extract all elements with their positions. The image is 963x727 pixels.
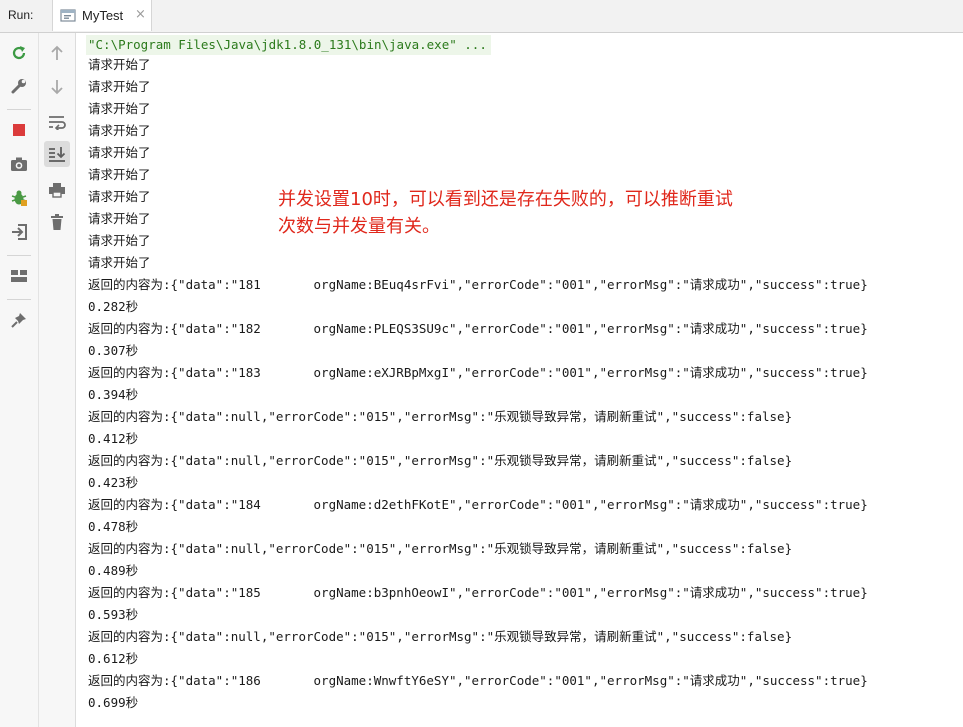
console-line: 返回的内容为:{"data":null,"errorCode":"015","e… (88, 541, 793, 556)
console-line: 请求开始了 (88, 211, 151, 226)
rerun-icon[interactable] (8, 42, 30, 64)
pin-icon[interactable] (8, 309, 30, 331)
tab-title: MyTest (82, 8, 124, 23)
run-actions-toolbar (0, 33, 39, 727)
console-line: 请求开始了 (88, 189, 151, 204)
camera-icon[interactable] (8, 153, 30, 175)
console-output[interactable]: "C:\Program Files\Java\jdk1.8.0_131\bin\… (76, 33, 963, 727)
console-actions-toolbar (39, 33, 76, 727)
console-line: 请求开始了 (88, 255, 151, 270)
run-config-icon (60, 8, 76, 23)
console-line: 0.307秒 (88, 343, 139, 358)
console-line: 0.394秒 (88, 387, 139, 402)
console-line: 0.699秒 (88, 695, 139, 710)
console-line: 返回的内容为:{"data":"186 orgName:WnwftY6eSY",… (88, 673, 868, 688)
console-line: 请求开始了 (88, 79, 151, 94)
up-arrow-icon[interactable] (46, 42, 68, 64)
java-command-line: "C:\Program Files\Java\jdk1.8.0_131\bin\… (86, 35, 491, 55)
print-icon[interactable] (46, 179, 68, 201)
console-line: 请求开始了 (88, 57, 151, 72)
console-line: 返回的内容为:{"data":"183 orgName:eXJRBpMxgI",… (88, 365, 868, 380)
debug-bug-icon[interactable] (8, 187, 30, 209)
console-line: 返回的内容为:{"data":"185 orgName:b3pnhOeowI",… (88, 585, 868, 600)
console-line: 请求开始了 (88, 233, 151, 248)
console-line: 返回的内容为:{"data":"184 orgName:d2ethFKotE",… (88, 497, 868, 512)
console-line: 0.593秒 (88, 607, 139, 622)
down-arrow-icon[interactable] (46, 76, 68, 98)
close-icon[interactable]: × (135, 7, 146, 22)
soft-wrap-icon[interactable] (46, 111, 68, 133)
run-label: Run: (8, 8, 34, 22)
run-toolbar: Run: MyTest × (0, 0, 963, 33)
annotation-text: 并发设置10时，可以看到还是存在失败的，可以推断重试 次数与并发量有关。 (278, 189, 733, 237)
console-line: 返回的内容为:{"data":null,"errorCode":"015","e… (88, 453, 793, 468)
console-line: 返回的内容为:{"data":null,"errorCode":"015","e… (88, 629, 793, 644)
tab-mytest[interactable]: MyTest × (52, 0, 152, 31)
console-line: 0.612秒 (88, 651, 139, 666)
console-line: 请求开始了 (88, 145, 151, 160)
console-line: 0.412秒 (88, 431, 139, 446)
layout-icon[interactable] (8, 265, 30, 287)
console-line: 返回的内容为:{"data":"182 orgName:PLEQS3SU9c",… (88, 321, 868, 336)
stop-icon[interactable] (8, 119, 30, 141)
trash-icon[interactable] (46, 211, 68, 233)
console-line: 0.423秒 (88, 475, 139, 490)
console-line: 0.478秒 (88, 519, 139, 534)
console-line: 0.489秒 (88, 563, 139, 578)
console-line: 0.282秒 (88, 299, 139, 314)
wrench-icon[interactable] (8, 75, 30, 97)
console-line: 返回的内容为:{"data":null,"errorCode":"015","e… (88, 409, 793, 424)
scroll-to-end-icon[interactable] (44, 141, 70, 167)
console-line: 请求开始了 (88, 167, 151, 182)
console-line: 请求开始了 (88, 123, 151, 138)
console-line: 请求开始了 (88, 101, 151, 116)
console-line: 返回的内容为:{"data":"181 orgName:BEuq4srFvi",… (88, 277, 868, 292)
login-icon[interactable] (8, 221, 30, 243)
